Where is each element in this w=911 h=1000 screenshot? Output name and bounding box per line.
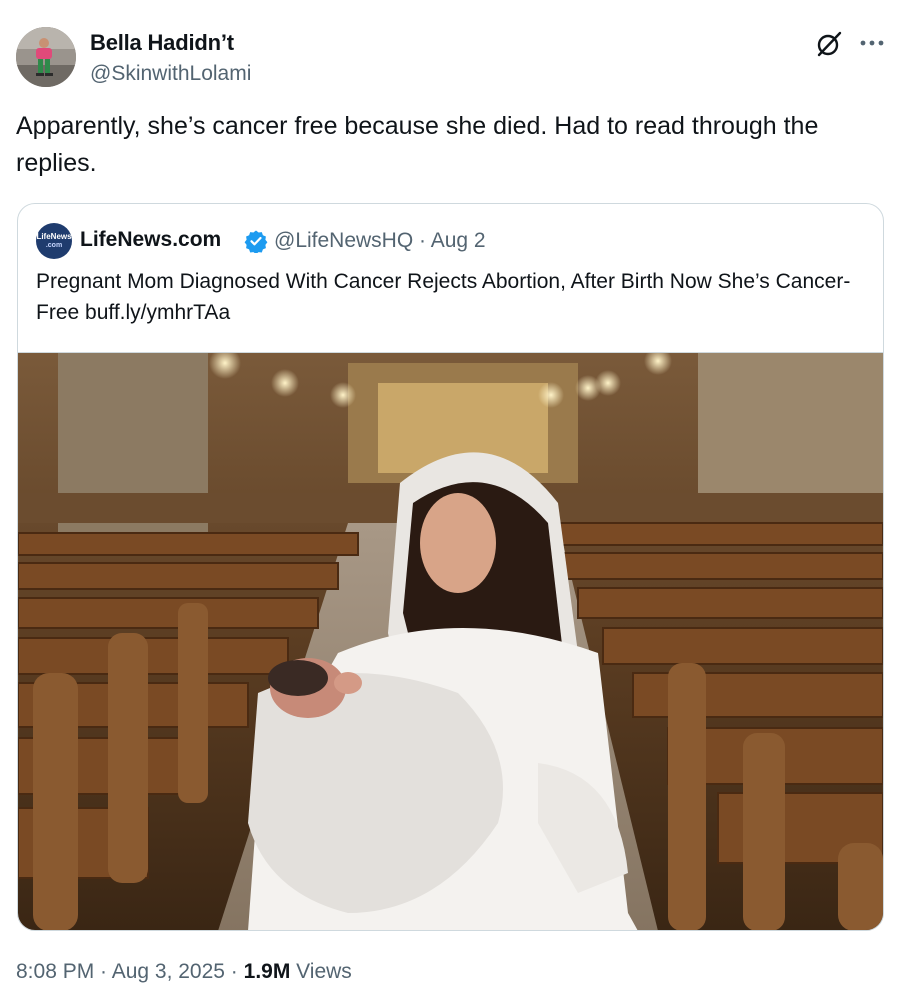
quoted-handle-date[interactable]: @LifeNewsHQ · Aug 2 [274,229,486,253]
grok-slash-icon[interactable] [815,30,843,58]
author-avatar[interactable] [16,27,76,87]
quoted-author-name[interactable]: LifeNews.com [80,228,221,252]
tweet-meta: 8:08 PM · Aug 3, 2025 · 1.9M Views [16,960,352,984]
logo-text-main: LifeNews [36,232,72,241]
more-horizontal-icon[interactable] [859,32,885,54]
tweet-text: Apparently, she’s cancer free because sh… [16,112,819,177]
timestamp[interactable]: 8:08 PM · Aug 3, 2025 · [16,960,244,983]
author-name[interactable]: Bella Hadidn’t [90,30,234,56]
views-label: Views [290,960,352,983]
logo-text-sub: .com [45,242,63,249]
quoted-photo[interactable] [18,352,883,930]
tweet-card: Bella Hadidn’t @SkinwithLolami Apparentl… [0,0,911,1000]
quoted-tweet[interactable]: LifeNews .com LifeNews.com @LifeNewsHQ ·… [17,203,884,931]
views-count: 1.9M [243,960,291,983]
verified-badge-icon [244,229,268,255]
quoted-author-logo[interactable]: LifeNews .com [36,223,72,259]
quoted-text: Pregnant Mom Diagnosed With Cancer Rejec… [36,270,851,324]
author-handle[interactable]: @SkinwithLolami [90,62,251,86]
